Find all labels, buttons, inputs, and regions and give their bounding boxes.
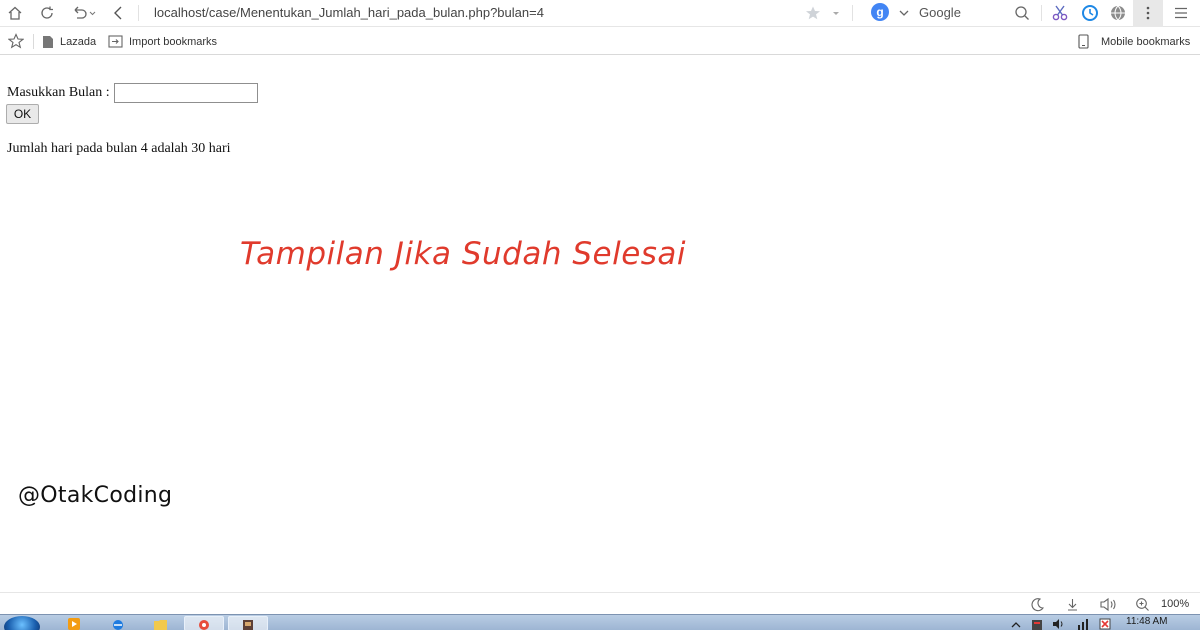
zoom-in-icon[interactable] <box>1134 596 1150 612</box>
address-bar[interactable]: localhost/case/Menentukan_Jumlah_hari_pa… <box>145 2 795 24</box>
start-button[interactable] <box>4 616 40 630</box>
bookmarks-bar: Lazada Import bookmarks Mobile bookmarks <box>0 28 1200 55</box>
windows-taskbar: 11:48 AM <box>0 614 1200 630</box>
zoom-level[interactable]: 100% <box>1161 593 1189 615</box>
mobile-bookmarks[interactable]: Mobile bookmarks <box>1078 28 1190 55</box>
night-mode-icon[interactable] <box>1029 596 1045 612</box>
app-window-icon <box>243 620 253 630</box>
search-engine-chevron-icon[interactable] <box>895 4 913 22</box>
page-icon <box>43 35 53 48</box>
tray-security-icon[interactable] <box>1031 617 1043 630</box>
month-input[interactable] <box>113 83 258 103</box>
tray-volume-icon[interactable] <box>1052 617 1064 629</box>
globe-icon[interactable] <box>1109 4 1127 22</box>
download-icon[interactable] <box>1064 596 1080 612</box>
bookmark-lazada[interactable]: Lazada <box>42 28 96 55</box>
status-bar: 100% <box>0 592 1200 614</box>
star-icon[interactable] <box>804 4 822 22</box>
watermark: @OtakCoding <box>18 483 173 508</box>
month-form: Masukkan Bulan : <box>7 83 258 103</box>
taskbar-app[interactable] <box>228 616 268 630</box>
browser-toolbar: localhost/case/Menentukan_Jumlah_hari_pa… <box>0 0 1200 27</box>
tray-network-icon[interactable] <box>1077 617 1089 630</box>
search-icon[interactable] <box>1013 4 1031 22</box>
bookmarks-separator <box>33 34 34 49</box>
reload-icon[interactable] <box>38 4 56 22</box>
taskbar-media-player[interactable] <box>54 616 94 630</box>
scissors-icon[interactable] <box>1051 4 1069 22</box>
taskbar-clock[interactable]: 11:48 AM <box>1126 616 1168 627</box>
mobile-phone-icon <box>1078 34 1089 49</box>
extensions-divider <box>1041 5 1042 21</box>
ok-button[interactable]: OK <box>6 104 39 124</box>
volume-icon[interactable] <box>1099 596 1119 612</box>
sync-icon[interactable] <box>1081 4 1099 22</box>
bookmark-import[interactable]: Import bookmarks <box>108 28 217 55</box>
hamburger-menu-icon[interactable] <box>1172 4 1190 22</box>
media-player-icon <box>68 618 80 630</box>
bookmark-star-icon[interactable] <box>7 32 25 50</box>
chevron-down-icon[interactable] <box>827 4 845 22</box>
page-content: Masukkan Bulan : OK Jumlah hari pada bul… <box>0 56 1200 592</box>
month-input-label: Masukkan Bulan : <box>7 85 110 100</box>
address-divider <box>138 5 139 21</box>
tray-flag-icon[interactable] <box>1099 617 1111 630</box>
taskbar-browser-active[interactable] <box>184 616 224 630</box>
bookmark-import-label: Import bookmarks <box>129 35 218 48</box>
browser-app-icon <box>199 620 209 630</box>
internet-explorer-icon <box>113 620 123 630</box>
taskbar-internet-explorer[interactable] <box>98 616 138 630</box>
result-text: Jumlah hari pada bulan 4 adalah 30 hari <box>7 141 231 156</box>
taskbar-explorer[interactable] <box>140 616 180 630</box>
back-icon[interactable] <box>110 4 128 22</box>
search-engine-label: Google <box>919 5 961 20</box>
tray-expand-icon[interactable] <box>1010 617 1022 629</box>
search-divider <box>852 5 853 21</box>
home-icon[interactable] <box>6 4 24 22</box>
import-icon <box>108 35 123 48</box>
bookmark-lazada-label: Lazada <box>60 35 97 48</box>
headline-overlay: Tampilan Jika Sudah Selesai <box>240 236 687 272</box>
mobile-bookmarks-label: Mobile bookmarks <box>1101 35 1191 48</box>
undo-icon[interactable] <box>70 4 98 22</box>
folder-icon <box>153 620 167 630</box>
google-logo-icon: g <box>871 3 889 21</box>
more-vertical-icon[interactable] <box>1139 4 1157 22</box>
